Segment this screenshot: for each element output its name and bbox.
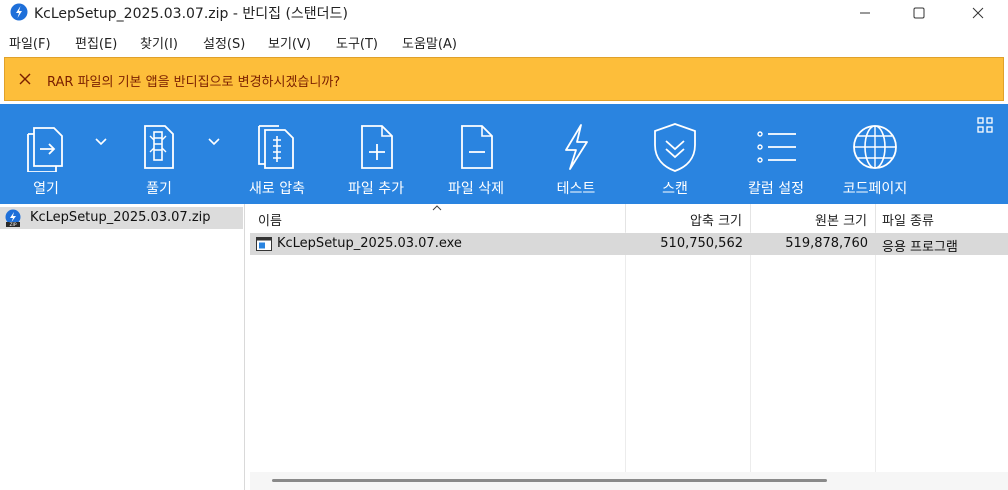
minimize-icon <box>860 12 870 13</box>
close-notification-icon[interactable] <box>17 71 33 87</box>
tree-item-label: KcLepSetup_2025.03.07.zip <box>30 210 211 225</box>
bandizip-app-icon <box>10 3 28 21</box>
notification-message[interactable]: RAR 파일의 기본 앱을 반디집으로 변경하시겠습니까? <box>47 71 340 90</box>
file-name: KcLepSetup_2025.03.07.exe <box>277 236 462 251</box>
column-settings-button[interactable]: 칼럼 설정 <box>730 104 822 204</box>
file-packed-size: 510,750,562 <box>660 236 743 251</box>
svg-text:ZIP: ZIP <box>9 222 16 227</box>
extract-dropdown-chevron-icon[interactable] <box>208 138 220 146</box>
maximize-button[interactable] <box>896 0 942 25</box>
exe-file-icon <box>256 237 272 251</box>
column-name-label: 이름 <box>258 214 282 229</box>
open-archive-icon <box>27 127 63 172</box>
column-divider <box>625 232 626 472</box>
codepage-label: 코드페이지 <box>842 181 908 197</box>
test-label: 테스트 <box>556 181 596 197</box>
column-header-type[interactable]: 파일 종류 <box>876 204 1008 232</box>
delete-file-label: 파일 삭제 <box>448 181 504 197</box>
horizontal-scrollbar[interactable] <box>250 472 1008 490</box>
file-type: 응용 프로그램 <box>882 240 958 255</box>
tree-item-archive[interactable]: ZIP KcLepSetup_2025.03.07.zip <box>0 207 243 229</box>
layout-grid-icon[interactable] <box>977 117 993 133</box>
delete-file-button[interactable]: 파일 삭제 <box>430 104 522 204</box>
sort-ascending-icon <box>432 205 442 211</box>
file-original-size: 519,878,760 <box>785 236 868 251</box>
menu-help[interactable]: 도움말(A) <box>402 33 457 52</box>
open-label: 열기 <box>33 181 59 197</box>
globe-icon <box>853 125 897 169</box>
title-bar: KcLepSetup_2025.03.07.zip - 반디집 (스탠더드) <box>0 0 1008 25</box>
codepage-button[interactable]: 코드페이지 <box>829 104 921 204</box>
lightning-icon <box>565 124 588 170</box>
column-header-packed-size[interactable]: 압축 크기 <box>626 204 751 232</box>
shield-scan-icon <box>654 123 696 172</box>
archive-tree-pane: ZIP KcLepSetup_2025.03.07.zip <box>0 204 245 490</box>
minimize-button[interactable] <box>842 0 888 25</box>
menu-settings[interactable]: 설정(S) <box>203 33 245 52</box>
menu-view[interactable]: 보기(V) <box>268 33 311 52</box>
close-window-button[interactable] <box>955 0 1001 25</box>
scan-button[interactable]: 스캔 <box>629 104 721 204</box>
zip-archive-icon: ZIP <box>5 209 21 227</box>
delete-file-icon <box>461 125 493 169</box>
new-archive-button[interactable]: 새로 압축 <box>231 104 323 204</box>
file-row[interactable]: KcLepSetup_2025.03.07.exe 510,750,562 51… <box>250 233 1008 255</box>
column-header-name[interactable]: 이름 <box>250 204 626 232</box>
close-icon <box>972 7 984 18</box>
new-archive-label: 새로 압축 <box>249 181 305 197</box>
window-title: KcLepSetup_2025.03.07.zip - 반디집 (스탠더드) <box>34 6 348 22</box>
extract-label: 풀기 <box>146 181 172 197</box>
main-toolbar: 열기 풀기 새로 압축 파일 추가 파일 삭제 테스트 스캔 칼럼 설정 코드페… <box>0 104 1008 204</box>
default-app-notification: RAR 파일의 기본 앱을 반디집으로 변경하시겠습니까? <box>4 57 1004 101</box>
column-divider <box>875 232 876 472</box>
open-button[interactable]: 열기 <box>0 104 92 204</box>
menu-file[interactable]: 파일(F) <box>9 33 51 52</box>
new-archive-icon <box>258 125 294 169</box>
column-list-icon <box>757 131 796 163</box>
file-list-pane: 이름 압축 크기 원본 크기 파일 종류 KcLepSetup_2025.03.… <box>250 204 1008 490</box>
column-packed-label: 압축 크기 <box>690 214 742 229</box>
add-file-button[interactable]: 파일 추가 <box>330 104 422 204</box>
column-original-label: 원본 크기 <box>815 214 867 229</box>
add-file-label: 파일 추가 <box>348 181 404 197</box>
column-divider <box>750 232 751 472</box>
menu-tools[interactable]: 도구(T) <box>336 33 378 52</box>
add-file-icon <box>361 125 393 169</box>
menu-find[interactable]: 찾기(I) <box>140 33 178 52</box>
column-type-label: 파일 종류 <box>882 214 934 229</box>
menu-bar: 파일(F) 편집(E) 찾기(I) 설정(S) 보기(V) 도구(T) 도움말(… <box>0 30 1008 54</box>
open-dropdown-chevron-icon[interactable] <box>95 138 107 146</box>
test-button[interactable]: 테스트 <box>530 104 622 204</box>
column-header-original-size[interactable]: 원본 크기 <box>751 204 876 232</box>
extract-button[interactable]: 풀기 <box>113 104 205 204</box>
maximize-icon <box>913 7 925 18</box>
scrollbar-thumb[interactable] <box>272 479 827 482</box>
extract-icon <box>144 125 174 169</box>
scan-label: 스캔 <box>662 181 688 197</box>
menu-edit[interactable]: 편집(E) <box>75 33 117 52</box>
column-settings-label: 칼럼 설정 <box>748 181 804 197</box>
